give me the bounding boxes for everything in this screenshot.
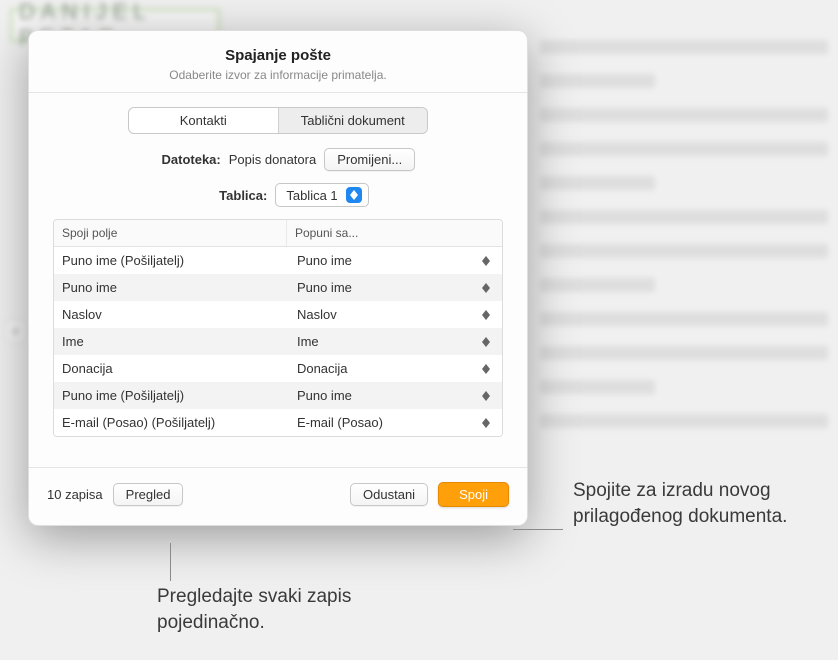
fill-with-select[interactable]: Ime [293, 332, 496, 351]
table-select[interactable]: Tablica 1 [275, 183, 368, 207]
fill-with-value: Donacija [297, 361, 348, 376]
table-row: Naslov Naslov [54, 301, 502, 328]
updown-icon [480, 364, 492, 374]
fill-with-select[interactable]: Naslov [293, 305, 496, 324]
updown-icon [480, 391, 492, 401]
file-value: Popis donatora [229, 152, 316, 167]
fill-with-cell[interactable]: Puno ime [287, 274, 502, 301]
fill-with-select[interactable]: Puno ime [293, 251, 496, 270]
fill-with-select[interactable]: E-mail (Posao) [293, 413, 496, 432]
updown-icon [480, 310, 492, 320]
fill-with-value: Ime [297, 334, 319, 349]
table-row: Puno ime (Pošiljatelj) Puno ime [54, 382, 502, 409]
tab-spreadsheet[interactable]: Tablični dokument [278, 108, 428, 133]
table-row: Donacija Donacija [54, 355, 502, 382]
preview-button[interactable]: Pregled [113, 483, 184, 506]
dialog-title: Spajanje pošte [45, 47, 511, 64]
callout-connector [513, 529, 563, 530]
fill-with-cell[interactable]: Naslov [287, 301, 502, 328]
fill-with-cell[interactable]: Donacija [287, 355, 502, 382]
updown-icon [480, 283, 492, 293]
fill-with-cell[interactable]: E-mail (Posao) [287, 409, 502, 436]
cancel-button[interactable]: Odustani [350, 483, 428, 506]
table-row: Puno ime (Pošiljatelj) Puno ime [54, 247, 502, 274]
table-row: E-mail (Posao) (Pošiljatelj) E-mail (Posa… [54, 409, 502, 436]
callout-merge: Spojite za izradu novog prilagođenog dok… [573, 478, 823, 529]
merge-field-cell: Donacija [54, 355, 287, 382]
file-label: Datoteka: [141, 152, 221, 167]
change-file-button[interactable]: Promijeni... [324, 148, 415, 171]
table-row: Ime Ime [54, 328, 502, 355]
col-merge-field: Spoji polje [54, 220, 287, 246]
merge-field-cell: E-mail (Posao) (Pošiljatelj) [54, 409, 287, 436]
merge-field-cell: Puno ime (Pošiljatelj) [54, 247, 287, 274]
fill-with-value: Puno ime [297, 388, 352, 403]
field-mapping-table: Spoji polje Popuni sa... Puno ime (Pošil… [53, 219, 503, 437]
mail-merge-dialog: Spajanje pošte Odaberite izvor za inform… [28, 30, 528, 526]
callout-connector [170, 543, 171, 581]
merge-field-cell: Puno ime [54, 274, 287, 301]
tab-contacts[interactable]: Kontakti [129, 108, 278, 133]
updown-icon [480, 337, 492, 347]
fill-with-value: Puno ime [297, 280, 352, 295]
fill-with-cell[interactable]: Puno ime [287, 382, 502, 409]
fill-with-value: Naslov [297, 307, 337, 322]
fill-with-value: E-mail (Posao) [297, 415, 383, 430]
fill-with-value: Puno ime [297, 253, 352, 268]
table-label: Tablica: [187, 188, 267, 203]
col-fill-with: Popuni sa... [287, 220, 502, 246]
source-segmented-control[interactable]: Kontakti Tablični dokument [128, 107, 428, 134]
table-row: Puno ime Puno ime [54, 274, 502, 301]
fill-with-select[interactable]: Puno ime [293, 278, 496, 297]
dialog-subtitle: Odaberite izvor za informacije primatelj… [45, 68, 511, 82]
merge-field-cell: Puno ime (Pošiljatelj) [54, 382, 287, 409]
fill-with-select[interactable]: Donacija [293, 359, 496, 378]
bg-badge: d [5, 320, 26, 342]
merge-field-cell: Ime [54, 328, 287, 355]
updown-icon [346, 187, 362, 203]
merge-button[interactable]: Spoji [438, 482, 509, 507]
merge-field-cell: Naslov [54, 301, 287, 328]
updown-icon [480, 418, 492, 428]
callout-preview: Pregledajte svaki zapis pojedinačno. [157, 584, 397, 635]
fill-with-cell[interactable]: Ime [287, 328, 502, 355]
fill-with-cell[interactable]: Puno ime [287, 247, 502, 274]
updown-icon [480, 256, 492, 266]
table-select-value: Tablica 1 [286, 188, 337, 203]
fill-with-select[interactable]: Puno ime [293, 386, 496, 405]
record-count: 10 zapisa [47, 487, 103, 502]
